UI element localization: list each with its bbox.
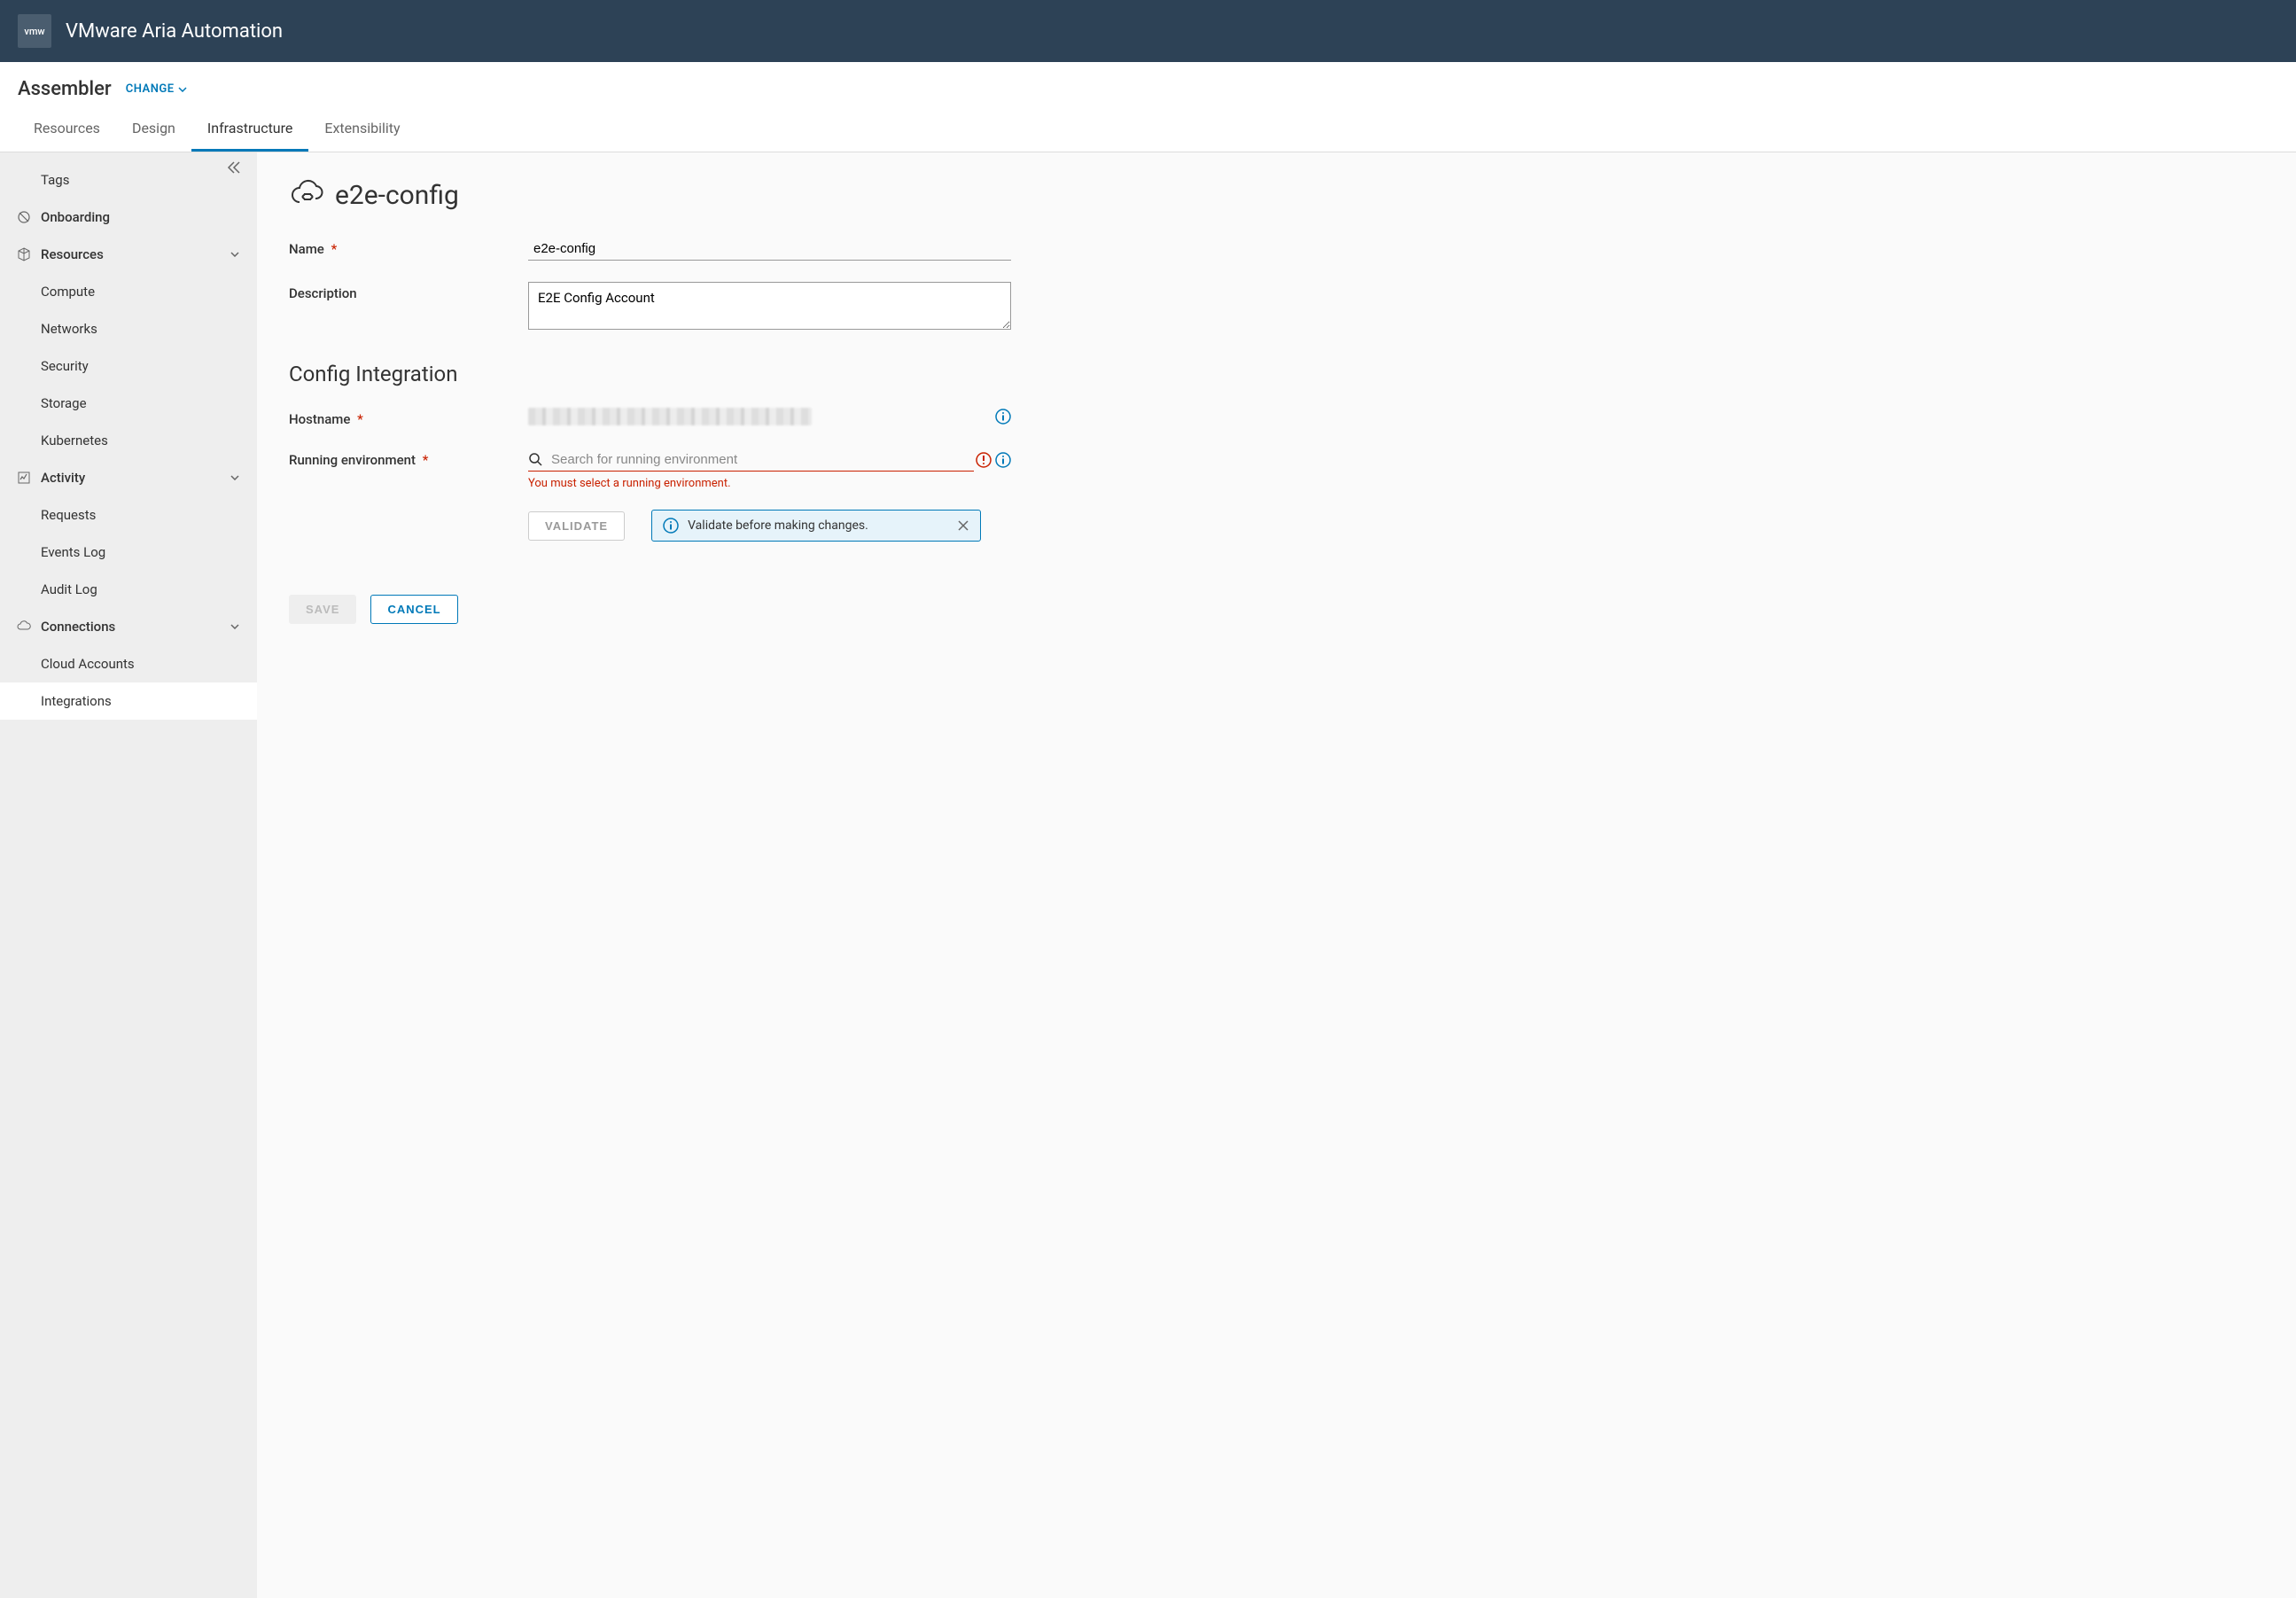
sidebar-group-resources[interactable]: Resources — [0, 236, 257, 273]
hostname-label: Hostname * — [289, 408, 528, 427]
sidebar-item-compute[interactable]: Compute — [0, 273, 257, 310]
sidebar-resources-label: Resources — [41, 246, 104, 262]
sidebar-group-activity[interactable]: Activity — [0, 459, 257, 496]
validate-info-banner: Validate before making changes. — [651, 510, 981, 542]
sidebar-group-connections[interactable]: Connections — [0, 608, 257, 645]
sidebar-item-networks[interactable]: Networks — [0, 310, 257, 347]
content-area: e2e-config Name * Description Config Int… — [257, 152, 2296, 1598]
change-label: CHANGE — [126, 82, 175, 96]
chevron-down-icon — [230, 252, 239, 257]
chevron-down-icon — [178, 87, 187, 92]
page-title-row: e2e-config — [289, 177, 2264, 213]
close-icon[interactable] — [957, 519, 969, 532]
sidebar-activity-label: Activity — [41, 470, 85, 486]
name-input[interactable] — [528, 238, 1011, 261]
chevron-down-icon — [230, 475, 239, 480]
tab-extensibility[interactable]: Extensibility — [308, 111, 416, 152]
required-indicator: * — [331, 241, 338, 257]
cloud-sync-icon — [289, 177, 324, 213]
section-heading-config-integration: Config Integration — [289, 362, 2264, 386]
hostname-label-text: Hostname — [289, 411, 350, 427]
footer-buttons: SAVE CANCEL — [289, 595, 2264, 624]
page-title: e2e-config — [335, 180, 459, 211]
change-app-link[interactable]: CHANGE — [126, 82, 187, 96]
validate-button[interactable]: VALIDATE — [528, 511, 625, 541]
sidebar-item-cloud-accounts[interactable]: Cloud Accounts — [0, 645, 257, 682]
top-header: vmw VMware Aria Automation — [0, 0, 2296, 62]
description-label: Description — [289, 282, 528, 301]
tab-resources[interactable]: Resources — [18, 111, 116, 152]
sidebar-item-tags[interactable]: Tags — [0, 161, 257, 199]
tab-infrastructure[interactable]: Infrastructure — [191, 111, 308, 152]
hostname-value-redacted — [528, 408, 812, 425]
sidebar-item-onboarding[interactable]: Onboarding — [0, 199, 257, 236]
main-tabs: Resources Design Infrastructure Extensib… — [0, 111, 2296, 152]
sub-header: Assembler CHANGE — [0, 62, 2296, 111]
sidebar: Tags Onboarding Resources Compute Networ… — [0, 152, 257, 1598]
sidebar-item-storage[interactable]: Storage — [0, 385, 257, 422]
running-env-error: You must select a running environment. — [528, 477, 1011, 490]
cloud-icon — [16, 620, 32, 634]
search-icon — [528, 452, 544, 468]
collapse-sidebar-button[interactable] — [227, 161, 241, 174]
form-row-description: Description — [289, 282, 2264, 333]
chevron-down-icon — [230, 624, 239, 629]
product-name: VMware Aria Automation — [66, 20, 283, 43]
cube-icon — [16, 247, 32, 261]
name-label-text: Name — [289, 241, 324, 257]
target-icon — [16, 210, 32, 224]
error-icon — [976, 452, 992, 468]
name-label: Name * — [289, 238, 528, 257]
info-icon — [663, 518, 679, 534]
vmware-logo: vmw — [18, 14, 51, 48]
form-row-hostname: Hostname * — [289, 408, 2264, 427]
sidebar-item-requests[interactable]: Requests — [0, 496, 257, 534]
form-row-running-env: Running environment * — [289, 448, 2264, 542]
banner-text: Validate before making changes. — [688, 518, 957, 533]
required-indicator: * — [423, 452, 429, 468]
activity-icon — [16, 471, 32, 485]
sidebar-item-security[interactable]: Security — [0, 347, 257, 385]
running-env-label: Running environment * — [289, 448, 528, 468]
app-name: Assembler — [18, 78, 112, 100]
sidebar-onboarding-label: Onboarding — [41, 209, 110, 225]
logo-text: vmw — [24, 26, 44, 37]
tab-design[interactable]: Design — [116, 111, 191, 152]
info-icon[interactable] — [995, 409, 1011, 425]
required-indicator: * — [357, 411, 363, 427]
sidebar-connections-label: Connections — [41, 619, 115, 635]
cancel-button[interactable]: CANCEL — [370, 595, 457, 624]
description-textarea[interactable] — [528, 282, 1011, 330]
info-icon[interactable] — [995, 452, 1011, 468]
sidebar-item-kubernetes[interactable]: Kubernetes — [0, 422, 257, 459]
running-env-label-text: Running environment — [289, 452, 416, 468]
running-env-input[interactable] — [549, 448, 974, 471]
sidebar-item-integrations[interactable]: Integrations — [0, 682, 257, 720]
save-button[interactable]: SAVE — [289, 595, 356, 624]
form-row-name: Name * — [289, 238, 2264, 261]
running-env-search-wrap — [528, 448, 974, 472]
sidebar-item-audit-log[interactable]: Audit Log — [0, 571, 257, 608]
sidebar-item-events-log[interactable]: Events Log — [0, 534, 257, 571]
